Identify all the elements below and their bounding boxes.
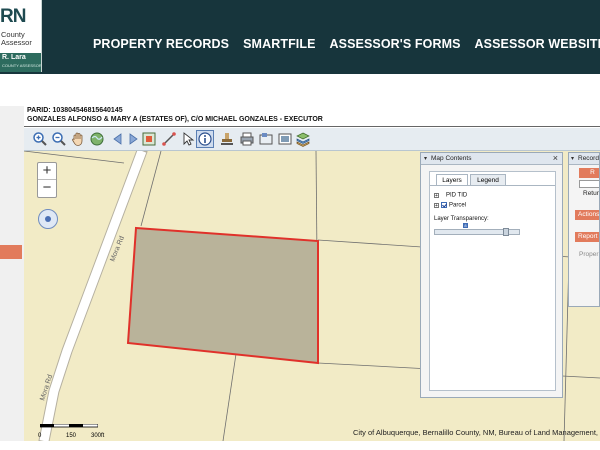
properties-label: Proper xyxy=(579,251,599,258)
logo-county-text: County Assessor xyxy=(1,31,32,47)
photo-icon[interactable] xyxy=(277,131,293,147)
print-icon[interactable] xyxy=(239,131,255,147)
slider-thumb[interactable] xyxy=(503,228,509,236)
nav-assessor-website[interactable]: ASSESSOR WEBSITE xyxy=(475,37,600,51)
logo-subtitle: COUNTY ASSESSOR xyxy=(2,63,42,68)
map-extent-icon[interactable] xyxy=(141,131,157,147)
locate-icon[interactable] xyxy=(38,209,58,229)
selected-parcel xyxy=(126,226,319,365)
logo-letters: RN xyxy=(0,6,26,27)
expand-icon[interactable]: + xyxy=(434,202,439,208)
layer-label: Parcel xyxy=(449,202,467,209)
tab-legend[interactable]: Legend xyxy=(470,174,506,185)
header-spacer xyxy=(0,74,600,106)
transparency-label: Layer Transparency: xyxy=(434,216,489,222)
layer-checkbox[interactable] xyxy=(441,202,447,208)
map-attribution: City of Albuquerque, Bernalillo County, … xyxy=(352,428,598,437)
layer-label: PID TID xyxy=(446,192,468,199)
map-zoom-out-button[interactable]: − xyxy=(38,180,56,197)
measure-icon[interactable] xyxy=(161,131,177,147)
parcel-owner: GONZALES ALFONSO & MARY A (ESTATES OF), … xyxy=(27,116,323,123)
scale-label-0: 0 xyxy=(38,433,42,439)
back-arrow-icon[interactable] xyxy=(110,131,126,147)
export-icon[interactable] xyxy=(258,131,274,147)
forward-arrow-icon[interactable] xyxy=(125,131,141,147)
left-sidebar-strip xyxy=(0,106,24,450)
pan-hand-icon[interactable] xyxy=(70,131,86,147)
globe-icon[interactable] xyxy=(89,131,105,147)
collapse-arrow-icon[interactable]: ▾ xyxy=(571,155,574,162)
site-header: RN County Assessor R. Lara COUNTY ASSESS… xyxy=(0,0,600,74)
expand-icon[interactable]: + xyxy=(434,192,439,198)
logo-assessor-line: Assessor xyxy=(1,38,32,47)
parcel-id: PARID: 103804546815640145 xyxy=(27,107,123,114)
return-label: Retur xyxy=(583,190,599,197)
map-contents-header[interactable]: ▾ Map Contents × xyxy=(421,153,562,165)
logo-band: R. Lara COUNTY ASSESSOR xyxy=(0,53,42,72)
zoom-out-icon[interactable] xyxy=(51,131,67,147)
map-contents-title: Map Contents xyxy=(431,155,472,162)
nav-assessors-forms[interactable]: ASSESSOR'S FORMS xyxy=(330,37,461,51)
main-nav: PROPERTY RECORDS SMARTFILE ASSESSOR'S FO… xyxy=(93,37,600,51)
select-icon[interactable] xyxy=(180,131,196,147)
record-search-button[interactable]: R xyxy=(579,168,599,178)
sidebar-tab[interactable] xyxy=(0,245,22,259)
nav-property-records[interactable]: PROPERTY RECORDS xyxy=(93,37,229,51)
scale-bar xyxy=(39,419,99,428)
scale-label-300: 300ft xyxy=(91,433,105,439)
record-panel-title: Record xyxy=(578,155,599,162)
record-input[interactable] xyxy=(579,180,599,188)
transparency-slider[interactable] xyxy=(434,228,520,236)
parcel-info-bar: PARID: 103804546815640145 GONZALES ALFON… xyxy=(24,106,600,128)
collapse-arrow-icon[interactable]: ▾ xyxy=(424,155,427,162)
record-panel: ▾ Record R Retur Actions Report Proper xyxy=(568,152,600,307)
map-zoom-in-button[interactable]: + xyxy=(38,163,56,180)
divider xyxy=(430,185,555,186)
tab-layers[interactable]: Layers xyxy=(436,174,468,185)
actions-button[interactable]: Actions xyxy=(575,210,599,220)
scale-label-150: 150 xyxy=(66,433,77,439)
transparency-value: 8 xyxy=(463,223,468,228)
assessor-logo[interactable]: RN County Assessor R. Lara COUNTY ASSESS… xyxy=(0,0,42,72)
reports-button[interactable]: Report xyxy=(575,232,599,242)
close-icon[interactable]: × xyxy=(553,153,558,163)
layer-list-container: Layers Legend + PID TID + Parcel Layer Tra… xyxy=(429,171,556,391)
zoom-control: + − xyxy=(37,162,57,198)
map-toolbar xyxy=(24,128,600,151)
logo-name: R. Lara xyxy=(2,54,26,61)
zoom-in-icon[interactable] xyxy=(32,131,48,147)
identify-icon[interactable] xyxy=(196,130,214,148)
nav-smartfile[interactable]: SMARTFILE xyxy=(243,37,315,51)
page-footer-band xyxy=(0,441,600,450)
layer-row-parcel[interactable]: + Parcel xyxy=(434,202,466,210)
record-panel-header[interactable]: ▾ Record xyxy=(569,153,599,165)
map-contents-panel: ▾ Map Contents × Layers Legend + PID TID … xyxy=(420,152,563,398)
layer-row-pid-tid[interactable]: + PID TID xyxy=(434,192,467,200)
divider xyxy=(24,126,600,127)
layer-checkbox[interactable] xyxy=(441,192,444,198)
layers-icon[interactable] xyxy=(295,131,311,147)
stamp-icon[interactable] xyxy=(219,131,235,147)
